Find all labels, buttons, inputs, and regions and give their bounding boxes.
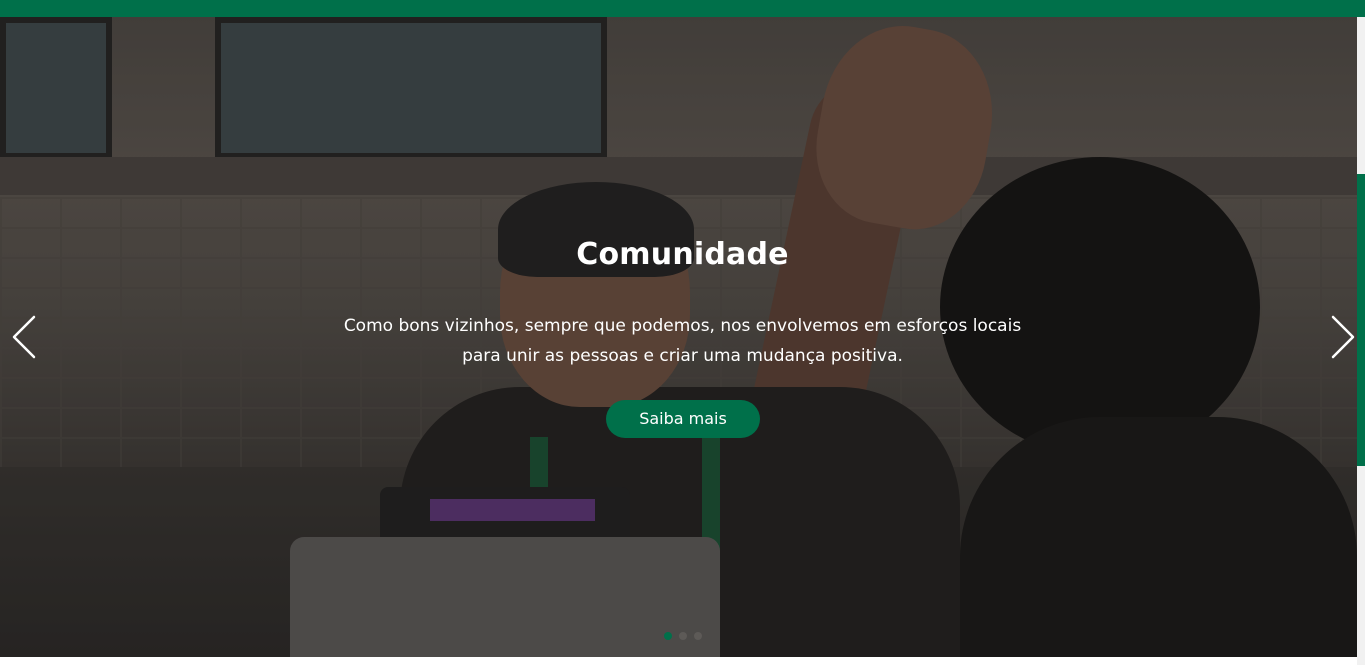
carousel-next-button[interactable] (1327, 313, 1357, 361)
page-bottom-edge (0, 657, 1357, 665)
carousel-indicator-2[interactable] (679, 632, 687, 640)
carousel-indicator-3[interactable] (694, 632, 702, 640)
chevron-right-icon (1331, 315, 1355, 359)
top-header-bar (0, 0, 1365, 17)
carousel-prev-button[interactable] (10, 313, 40, 361)
slide-description: Como bons vizinhos, sempre que podemos, … (343, 316, 1022, 366)
chevron-left-icon (12, 315, 36, 359)
carousel-indicator-1[interactable] (664, 632, 672, 640)
page: Comunidade Como bons vizinhos, sempre qu… (0, 0, 1365, 665)
carousel-indicators (660, 632, 706, 642)
learn-more-button[interactable]: Saiba mais (606, 400, 760, 438)
carousel-caption: Comunidade Como bons vizinhos, sempre qu… (0, 17, 1357, 657)
scrollbar-thumb[interactable] (1357, 174, 1365, 466)
hero-carousel: Comunidade Como bons vizinhos, sempre qu… (0, 17, 1357, 657)
slide-title: Comunidade (576, 237, 789, 272)
